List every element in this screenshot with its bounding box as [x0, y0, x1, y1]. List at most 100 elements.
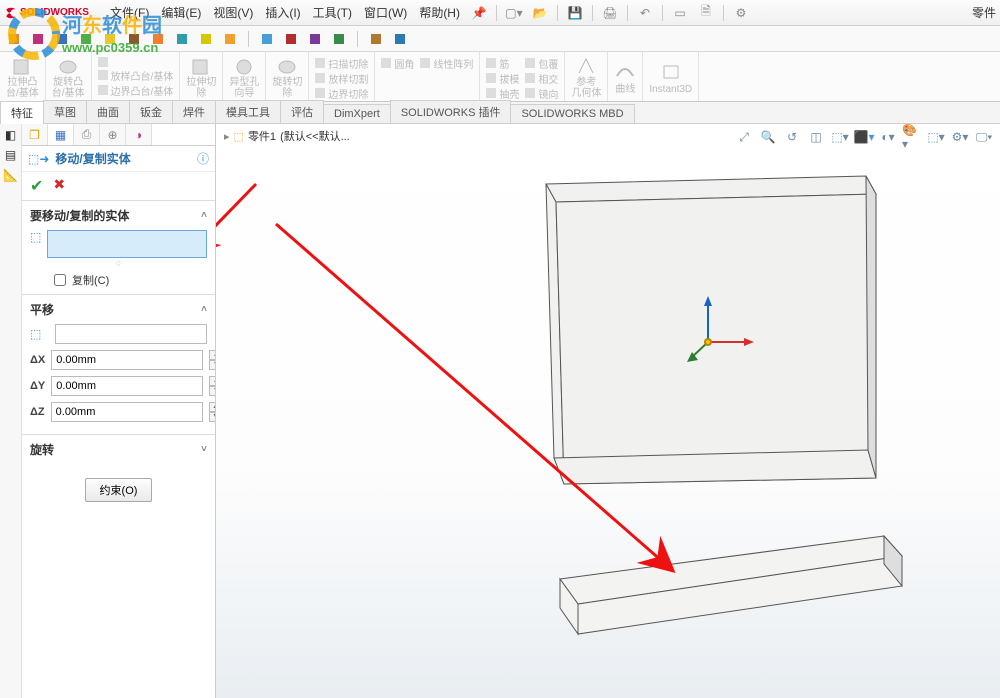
loft-cut[interactable]: 放样切割 [315, 71, 368, 85]
menu-tools[interactable]: 工具(T) [307, 4, 358, 21]
collapse-icon-2[interactable]: ˄ [201, 304, 207, 315]
boundary-boss[interactable]: 边界凸台/基体 [98, 83, 174, 97]
tab-weldments[interactable]: 焊件 [172, 100, 216, 123]
tb-icon-10[interactable] [220, 29, 240, 49]
mirror[interactable]: 镜向 [525, 86, 558, 100]
undo-icon[interactable]: ↶ [632, 3, 658, 23]
open-icon[interactable]: 📂 [527, 3, 553, 23]
tb-icon-11[interactable] [257, 29, 277, 49]
rib[interactable]: 筋 [486, 56, 519, 70]
tab-evaluate[interactable]: 评估 [280, 100, 324, 123]
pm-header: ⬚➜ 移动/复制实体 ⓘ [22, 146, 215, 172]
help-icon[interactable]: ⓘ [197, 150, 209, 167]
menu-view[interactable]: 视图(V) [207, 4, 259, 21]
menu-edit[interactable]: 编辑(E) [155, 4, 207, 21]
wrap[interactable]: 包覆 [525, 56, 558, 70]
linear-pattern[interactable]: 线性阵列 [420, 56, 473, 70]
side-tab-1[interactable]: ◧ [5, 128, 16, 142]
manager-tab-pm[interactable]: ▦ [48, 124, 74, 145]
print-icon[interactable]: 🖨 [597, 3, 623, 23]
hole-wizard-icon[interactable] [233, 54, 255, 77]
boundary-cut[interactable]: 边界切除 [315, 86, 368, 100]
tb-icon-3[interactable] [52, 29, 72, 49]
menu-window[interactable]: 窗口(W) [358, 4, 413, 21]
tb-icon-4[interactable] [76, 29, 96, 49]
revolve-cut-icon[interactable] [276, 54, 298, 77]
dx-input[interactable] [51, 350, 203, 370]
select-icon[interactable]: ▭ [667, 3, 693, 23]
tab-features[interactable]: 特征 [0, 101, 44, 124]
tb-icon-8[interactable] [172, 29, 192, 49]
collapse-icon[interactable]: ˄ [201, 210, 207, 221]
copy-checkbox-row[interactable]: 复制(C) [30, 268, 207, 288]
tb-icon-13[interactable] [305, 29, 325, 49]
manager-tab-render[interactable]: ◑ [126, 124, 152, 145]
dy-down[interactable]: ▼ [209, 386, 215, 396]
constrain-button[interactable]: 约束(O) [85, 478, 153, 502]
tab-sketch[interactable]: 草图 [43, 100, 87, 123]
menu-help[interactable]: 帮助(H) [413, 4, 466, 21]
extrude-boss-icon[interactable] [11, 54, 33, 77]
revolve-boss-icon[interactable] [57, 54, 79, 77]
pin-icon[interactable]: 📌 [466, 3, 492, 23]
sweep-boss[interactable] [98, 56, 174, 67]
copy-checkbox[interactable] [54, 274, 66, 286]
manager-tab-cfg[interactable]: ⎙ [74, 124, 100, 145]
graphics-viewport[interactable]: ▸ ⬚ 零件1 (默认<<默认... ⤢ 🔍 ↺ ◫ ⬚▾ ⬛▾ ◐▾ 🎨▾ ⬚… [216, 124, 1000, 698]
menu-file[interactable]: 文件(F) [104, 4, 155, 21]
curves-icon[interactable] [614, 58, 636, 84]
loft-boss[interactable]: 放样凸台/基体 [98, 68, 174, 82]
expand-icon[interactable]: ˅ [201, 444, 207, 455]
shell[interactable]: 抽壳 [486, 86, 519, 100]
command-manager-tabs: 特征 草图 曲面 钣金 焊件 模具工具 评估 DimXpert SOLIDWOR… [0, 102, 1000, 124]
draft[interactable]: 拔模 [486, 71, 519, 85]
dz-down[interactable]: ▼ [209, 412, 215, 422]
body-selection-list[interactable] [47, 230, 207, 258]
tb-icon-2[interactable] [28, 29, 48, 49]
body-select-icon: ⬚ [30, 230, 41, 244]
tab-swaddins[interactable]: SOLIDWORKS 插件 [390, 100, 512, 123]
side-tab-3[interactable]: 📐 [3, 168, 18, 182]
tb-icon-14[interactable] [329, 29, 349, 49]
dz-up[interactable]: ▲ [209, 402, 215, 412]
sweep-cut[interactable]: 扫描切除 [315, 56, 368, 70]
fillet[interactable]: 圆角 [381, 56, 414, 70]
cancel-button[interactable]: ✖ [53, 176, 65, 196]
tb-icon-1[interactable] [4, 29, 24, 49]
dy-input[interactable] [51, 376, 203, 396]
tb-icon-12[interactable] [281, 29, 301, 49]
dx-down[interactable]: ▼ [209, 360, 215, 370]
new-doc-icon[interactable]: ▢▾ [501, 3, 527, 23]
curves-group: 曲线 [608, 52, 643, 101]
tb-icon-9[interactable] [196, 29, 216, 49]
model-geometry [216, 124, 1000, 698]
menu-insert[interactable]: 插入(I) [259, 4, 306, 21]
tb-icon-15[interactable] [366, 29, 386, 49]
tb-icon-16[interactable] [390, 29, 410, 49]
tb-icon-5[interactable] [100, 29, 120, 49]
side-tab-2[interactable]: ▤ [5, 148, 16, 162]
rebuild-icon[interactable]: 🗎 [693, 3, 719, 23]
tab-sheetmetal[interactable]: 钣金 [129, 100, 173, 123]
dx-up[interactable]: ▲ [209, 350, 215, 360]
dx-label: ΔX [30, 354, 45, 366]
ref-geom-icon[interactable] [575, 54, 597, 77]
manager-tab-fm[interactable]: ❐ [22, 124, 48, 145]
extrude-cut-icon[interactable] [190, 54, 212, 77]
ok-button[interactable]: ✔ [30, 176, 43, 196]
intersect[interactable]: 相交 [525, 71, 558, 85]
dz-input[interactable] [51, 402, 203, 422]
tb-icon-6[interactable] [124, 29, 144, 49]
instant3d-icon[interactable] [660, 58, 682, 84]
tab-moldtools[interactable]: 模具工具 [215, 100, 281, 123]
tab-swmbd[interactable]: SOLIDWORKS MBD [510, 104, 634, 123]
tab-dimxpert[interactable]: DimXpert [323, 104, 391, 123]
tb-icon-7[interactable] [148, 29, 168, 49]
manager-tab-dim[interactable]: ⊕ [100, 124, 126, 145]
pm-title: 移动/复制实体 [55, 150, 130, 167]
tab-surfaces[interactable]: 曲面 [86, 100, 130, 123]
save-icon[interactable]: 💾 [562, 3, 588, 23]
options-icon[interactable]: ⚙ [728, 3, 754, 23]
translate-ref-input[interactable] [55, 324, 207, 344]
dy-up[interactable]: ▲ [209, 376, 215, 386]
